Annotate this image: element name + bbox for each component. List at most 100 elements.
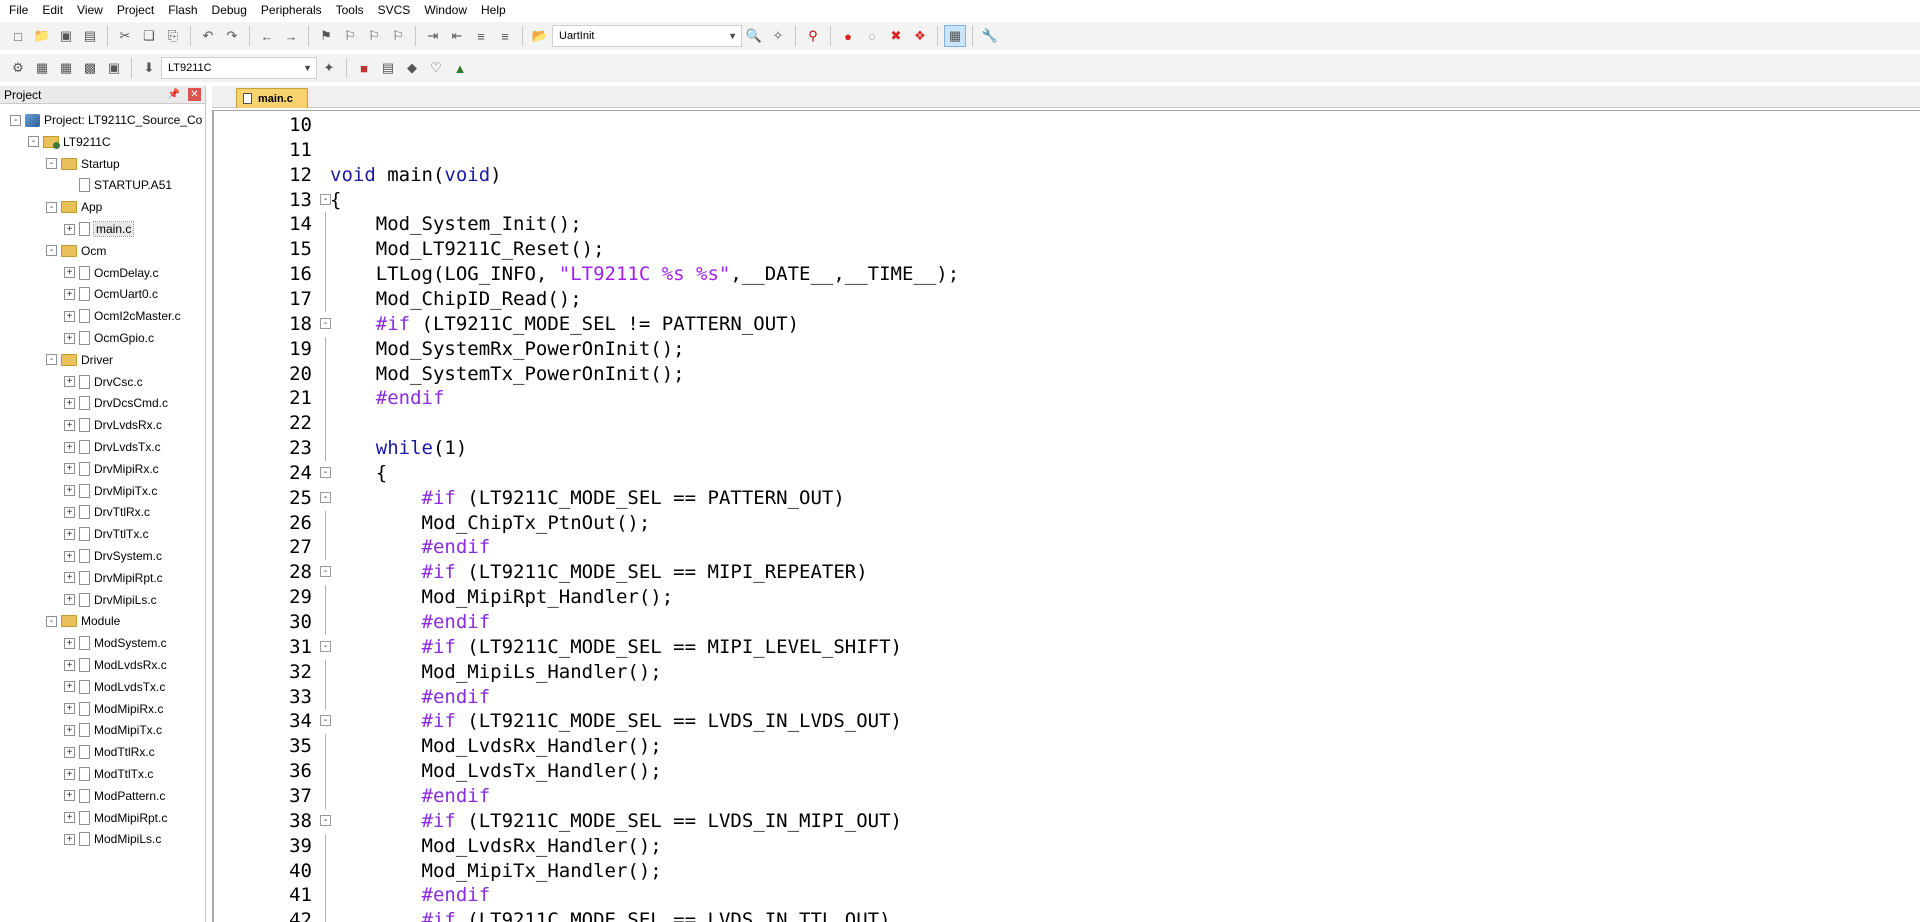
expand-icon[interactable]: +: [64, 812, 75, 824]
code-line[interactable]: 32 Mod_MipiLs_Handler();: [214, 659, 1914, 685]
collapse-icon[interactable]: -: [46, 201, 57, 213]
tree-file-item[interactable]: + DrvLvdsTx.c: [64, 437, 161, 457]
tree-file-item[interactable]: + DrvDcsCmd.c: [64, 393, 168, 413]
batch-build-icon[interactable]: ▩: [79, 57, 101, 79]
expand-icon[interactable]: +: [64, 637, 75, 649]
code-line[interactable]: 18- #if (LT9211C_MODE_SEL != PATTERN_OUT…: [214, 312, 1914, 337]
pack-installer-icon[interactable]: ♡: [425, 57, 447, 79]
code-line[interactable]: 26 Mod_ChipTx_PtnOut();: [214, 510, 1914, 536]
expand-icon[interactable]: +: [64, 267, 75, 279]
find-icon[interactable]: 🔍: [743, 25, 765, 47]
menu-item[interactable]: Tools: [329, 0, 371, 20]
open-folder-icon[interactable]: 📁: [31, 25, 53, 47]
expand-icon[interactable]: +: [64, 724, 75, 736]
code-line[interactable]: 16 LTLog(LOG_INFO, "LT9211C %s %s",__DAT…: [214, 262, 1914, 288]
nav-forward-icon[interactable]: →: [280, 25, 302, 47]
select-pack-icon[interactable]: ◆: [401, 57, 423, 79]
code-line[interactable]: 21 #endif: [214, 386, 1914, 412]
expand-icon[interactable]: +: [64, 550, 75, 562]
menu-item[interactable]: Help: [474, 0, 513, 20]
menu-item[interactable]: Window: [417, 0, 474, 20]
nav-back-icon[interactable]: ←: [256, 25, 278, 47]
code-line[interactable]: 19 Mod_SystemRx_PowerOnInit();: [214, 336, 1914, 362]
menu-item[interactable]: Peripherals: [254, 0, 329, 20]
target-select[interactable]: LT9211C ▼: [161, 57, 317, 79]
paste-icon[interactable]: ⎘: [162, 25, 184, 47]
code-line[interactable]: 28- #if (LT9211C_MODE_SEL == MIPI_REPEAT…: [214, 560, 1914, 585]
collapse-icon[interactable]: -: [46, 354, 57, 366]
tree-file-item[interactable]: + DrvLvdsRx.c: [64, 415, 162, 435]
tree-file-item[interactable]: + DrvTtlRx.c: [64, 502, 150, 522]
expand-icon[interactable]: +: [64, 419, 75, 431]
incremental-find-icon[interactable]: ✧: [767, 25, 789, 47]
debug-icon[interactable]: ⚲: [802, 25, 824, 47]
tree-group-item[interactable]: - Ocm: [46, 241, 106, 261]
file-extensions-icon[interactable]: ▤: [377, 57, 399, 79]
menu-item[interactable]: Flash: [161, 0, 204, 20]
tree-file-item[interactable]: STARTUP.A51: [64, 175, 172, 195]
code-line[interactable]: 31- #if (LT9211C_MODE_SEL == MIPI_LEVEL_…: [214, 635, 1914, 660]
code-line[interactable]: 40 Mod_MipiTx_Handler();: [214, 858, 1914, 884]
tree-file-item[interactable]: + ModMipiRx.c: [64, 699, 163, 719]
tree-file-item[interactable]: + ModTtlRx.c: [64, 742, 155, 762]
code-line[interactable]: 14 Mod_System_Init();: [214, 212, 1914, 238]
close-icon[interactable]: ✕: [188, 88, 201, 101]
expand-icon[interactable]: +: [64, 703, 75, 715]
code-line[interactable]: 38- #if (LT9211C_MODE_SEL == LVDS_IN_MIP…: [214, 809, 1914, 834]
tree-file-item[interactable]: + DrvMipiRpt.c: [64, 568, 163, 588]
expand-icon[interactable]: +: [64, 506, 75, 518]
tree-file-item[interactable]: + DrvSystem.c: [64, 546, 162, 566]
tree-file-item[interactable]: + DrvTtlTx.c: [64, 524, 149, 544]
run-time-env-icon[interactable]: ▲: [449, 57, 471, 79]
expand-icon[interactable]: +: [64, 441, 75, 453]
expand-icon[interactable]: +: [64, 223, 75, 235]
code-line[interactable]: 29 Mod_MipiRpt_Handler();: [214, 585, 1914, 611]
menu-item[interactable]: Edit: [35, 0, 70, 20]
tree-group-item[interactable]: - App: [46, 197, 102, 217]
configure-icon[interactable]: 🔧: [979, 25, 1001, 47]
tree-file-item[interactable]: + ModSystem.c: [64, 633, 167, 653]
translate-icon[interactable]: ⚙: [7, 57, 29, 79]
code-line[interactable]: 30 #endif: [214, 610, 1914, 635]
expand-icon[interactable]: +: [64, 681, 75, 693]
expand-icon[interactable]: +: [64, 288, 75, 300]
find-combo[interactable]: UartInit ▼: [552, 25, 742, 47]
code-line[interactable]: 11: [214, 138, 1914, 163]
tree-group-item[interactable]: - Startup: [46, 154, 120, 174]
menu-item[interactable]: View: [70, 0, 110, 20]
cut-icon[interactable]: ✂: [114, 25, 136, 47]
code-line[interactable]: 33 #endif: [214, 684, 1914, 710]
menu-item[interactable]: Debug: [205, 0, 254, 20]
code-line[interactable]: 27 #endif: [214, 535, 1914, 561]
tree-file-item[interactable]: + DrvCsc.c: [64, 372, 143, 392]
tree-file-item[interactable]: + DrvMipiRx.c: [64, 459, 159, 479]
redo-icon[interactable]: ↷: [221, 25, 243, 47]
tree-file-item[interactable]: + ModMipiTx.c: [64, 720, 162, 740]
collapse-icon[interactable]: -: [28, 136, 39, 148]
stop-build-icon[interactable]: ▣: [103, 57, 125, 79]
target-options-icon[interactable]: ✦: [318, 57, 340, 79]
tree-group-item[interactable]: - LT9211C: [28, 132, 111, 152]
code-line[interactable]: 34- #if (LT9211C_MODE_SEL == LVDS_IN_LVD…: [214, 709, 1914, 734]
tree-file-item[interactable]: + ModTtlTx.c: [64, 764, 153, 784]
clear-bookmarks-icon[interactable]: ⚐: [387, 25, 409, 47]
code-line[interactable]: 23 while(1): [214, 436, 1914, 462]
next-bookmark-icon[interactable]: ⚐: [363, 25, 385, 47]
rebuild-icon[interactable]: ▦: [55, 57, 77, 79]
new-file-icon[interactable]: □: [7, 25, 29, 47]
code-line[interactable]: 41 #endif: [214, 883, 1914, 909]
disable-all-breakpoints-icon[interactable]: ✖: [885, 25, 907, 47]
indent-icon[interactable]: ⇥: [422, 25, 444, 47]
code-line[interactable]: 25- #if (LT9211C_MODE_SEL == PATTERN_OUT…: [214, 486, 1914, 511]
expand-icon[interactable]: +: [64, 310, 75, 322]
breakpoint-icon[interactable]: ●: [837, 25, 859, 47]
tree-group-item[interactable]: - Module: [46, 611, 120, 631]
code-line[interactable]: 17 Mod_ChipID_Read();: [214, 286, 1914, 312]
expand-icon[interactable]: +: [64, 397, 75, 409]
disable-breakpoint-icon[interactable]: ○: [861, 25, 883, 47]
collapse-icon[interactable]: -: [46, 615, 57, 627]
code-line[interactable]: 22: [214, 411, 1914, 437]
expand-icon[interactable]: +: [64, 376, 75, 388]
tree-group-item[interactable]: - Project: LT9211C_Source_Co: [10, 110, 202, 130]
find-in-files-icon[interactable]: 📂: [529, 25, 551, 47]
